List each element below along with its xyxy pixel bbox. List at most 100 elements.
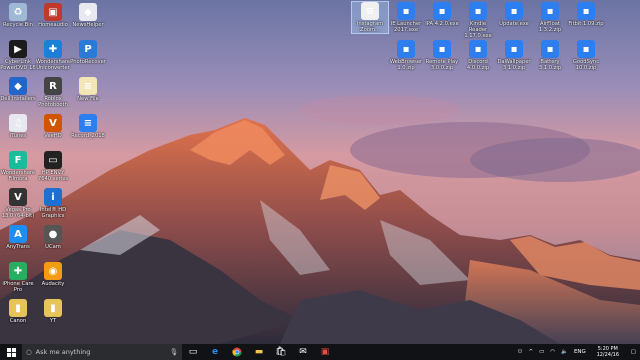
people-icon[interactable]: ⚇ [518, 349, 523, 355]
task-view-button[interactable]: ▭ [182, 344, 204, 360]
desktop-icon-label: Roblox Photobooth [38, 96, 68, 108]
desktop-icon[interactable]: ▣ Homeaudio [35, 3, 71, 28]
desktop-icon[interactable]: ▮ Canon [0, 299, 36, 324]
store-button[interactable]: 🛍 [270, 344, 292, 360]
exe-icon: ▪ [577, 2, 595, 20]
desktop-icon[interactable]: ≡ Record_2018 [70, 114, 106, 139]
game-icon: ▣ [44, 3, 62, 21]
desktop-icon[interactable]: ▪ IE Launcher 2017.exe [388, 2, 424, 33]
store-icon: 🛍 [275, 347, 287, 357]
desktop-icon[interactable]: P PhotoRecover [70, 40, 106, 65]
desktop-icon[interactable]: ✚ iPhone Care Pro [0, 262, 36, 293]
system-tray: ⚇ ^ ▭ ◠ 🔈 ENG 5:20 PM 12/24/16 ▢ [515, 344, 640, 360]
desktop-icon[interactable]: ♫ iTunes [0, 114, 36, 139]
desktop-icon-label: AirFloat 1.3.2.zip [538, 21, 562, 33]
desktop-icon-label: Discord 4.0.0.zip [466, 59, 490, 71]
desktop-icon[interactable]: F Wondershare Filmora [0, 151, 36, 182]
chrome-icon [232, 347, 242, 357]
chrome-button[interactable] [226, 344, 248, 360]
desktop-icon[interactable]: ▪ Remote Play 3.0.0.zip [424, 40, 460, 71]
desktop-icon[interactable]: ▪ Discord 4.0.0.zip [460, 40, 496, 71]
desktop-icon-label: Canon [9, 318, 27, 324]
file-icon: ≡ [361, 2, 379, 20]
intel-icon: i [44, 188, 62, 206]
desktop-icon-label: Dell Installers [0, 96, 36, 102]
desktop-icon[interactable]: ◆ NewsHelper [70, 3, 106, 28]
desktop-icon[interactable]: ▪ Battery 3.1.0.zip [532, 40, 568, 71]
desktop-icon[interactable]: ▪ AirFloat 1.3.2.zip [532, 2, 568, 33]
exe-icon: ▪ [505, 2, 523, 20]
app-button[interactable]: ▣ [314, 344, 336, 360]
printer-icon: ▭ [44, 151, 62, 169]
start-button[interactable] [0, 344, 22, 360]
edge-button[interactable]: e [204, 344, 226, 360]
desktop-icon-label: New File [77, 96, 99, 102]
desktop-icon-label: Instagram Zoom... [356, 21, 384, 33]
desktop-icon[interactable]: ▪ IPA 4.2.0.exe [424, 2, 460, 27]
desktop-icon[interactable]: V Vegas Pro 13.0 (64-bit) [0, 188, 36, 219]
desktop-icon[interactable]: ▪ GoodSync 10.0.zip [568, 40, 604, 71]
photorecover-icon: P [79, 40, 97, 58]
desktop-icon[interactable]: ≡ New File [70, 77, 106, 102]
desktop-icon-label: Kindle Reader 1.17.0.exe [464, 21, 492, 39]
exe-icon: ▪ [577, 40, 595, 58]
filmora-icon: F [9, 151, 27, 169]
iphonecare-icon: ✚ [9, 262, 27, 280]
clock[interactable]: 5:20 PM 12/24/16 [589, 346, 627, 358]
desktop-icon-label: Battery 3.1.0.zip [538, 59, 562, 71]
desktop-icon[interactable]: V VeeHD [35, 114, 71, 139]
desktop-icon[interactable]: A AnyTrans [0, 225, 36, 250]
volume-icon[interactable]: 🔈 [561, 349, 568, 355]
desktop-icon-label: AnyTrans [6, 244, 30, 250]
desktop-icon-label: DaWallpaper 3.1.0.zip [497, 59, 531, 71]
shield-icon: ◆ [79, 3, 97, 21]
folder-icon: ▮ [44, 299, 62, 317]
desktop-icon[interactable]: ◆ Dell Installers [0, 77, 36, 102]
desktop-icon[interactable]: i Intel® HD Graphics [35, 188, 71, 219]
exe-icon: ▪ [433, 2, 451, 20]
exe-icon: ▪ [505, 40, 523, 58]
edge-icon: e [211, 347, 219, 357]
desktop-icon[interactable]: ≡ Instagram Zoom... [351, 1, 389, 34]
roblox-icon: R [44, 77, 62, 95]
desktop-icon[interactable]: ▪ WebBrowser 1.0.zip [388, 40, 424, 71]
language-indicator[interactable]: ENG [574, 349, 586, 355]
mail-icon: ✉ [299, 347, 307, 357]
windows-logo-icon [6, 347, 16, 357]
record-icon: ≡ [79, 114, 97, 132]
action-center-icon[interactable]: ▢ [631, 349, 636, 355]
exe-icon: ▪ [397, 40, 415, 58]
desktop-icon[interactable]: ◉ Audacity [35, 262, 71, 287]
file-icon: ≡ [79, 77, 97, 95]
search-box[interactable]: ○ Ask me anything 🎙 [22, 344, 182, 360]
dell-icon: ◆ [9, 77, 27, 95]
desktop-icon[interactable]: ▪ Kindle Reader 1.17.0.exe [460, 2, 496, 39]
desktop-icon[interactable]: ✚ Wondershare Uniconverter [35, 40, 71, 71]
desktop-icon[interactable]: ▶ CyberLink PowerDVD 16 [0, 40, 36, 71]
desktop-icon[interactable]: ▮ YT [35, 299, 71, 324]
show-hidden-icons-chevron-up-icon[interactable]: ^ [528, 349, 533, 355]
desktop-icon[interactable]: ▪ Update.exe [496, 2, 532, 27]
desktop-icon[interactable]: R Roblox Photobooth [35, 77, 71, 108]
file-explorer-button[interactable]: ▬ [248, 344, 270, 360]
desktop-icon-label: WebBrowser 1.0.zip [389, 59, 423, 71]
exe-icon: ▪ [397, 2, 415, 20]
desktop-icon[interactable]: ▪ Fitbit 1.09.zip [568, 2, 604, 27]
folder-icon: ▬ [254, 347, 264, 357]
desktop-icon-label: PhotoRecover [70, 59, 106, 65]
desktop-icon[interactable]: ▭ HP ENVY 7640 series [35, 151, 71, 182]
search-icon: ○ [26, 348, 32, 356]
desktop-icon-label: Fitbit 1.09.zip [568, 21, 604, 27]
desktop-icon-label: IE Launcher 2017.exe [390, 21, 422, 33]
desktop-icon[interactable]: ▪ DaWallpaper 3.1.0.zip [496, 40, 532, 71]
network-icon[interactable]: ◠ [550, 349, 555, 355]
desktop-icon-label: IPA 4.2.0.exe [425, 21, 459, 27]
recycle-bin-icon: ♻ [9, 3, 27, 21]
app-icon: ▣ [320, 347, 330, 357]
mail-button[interactable]: ✉ [292, 344, 314, 360]
battery-icon[interactable]: ▭ [539, 349, 544, 355]
exe-icon: ▪ [433, 40, 451, 58]
desktop-icon[interactable]: ♻ Recycle Bin [0, 3, 36, 28]
desktop-icon[interactable]: ● UCam [35, 225, 71, 250]
microphone-icon[interactable]: 🎙 [170, 348, 178, 356]
